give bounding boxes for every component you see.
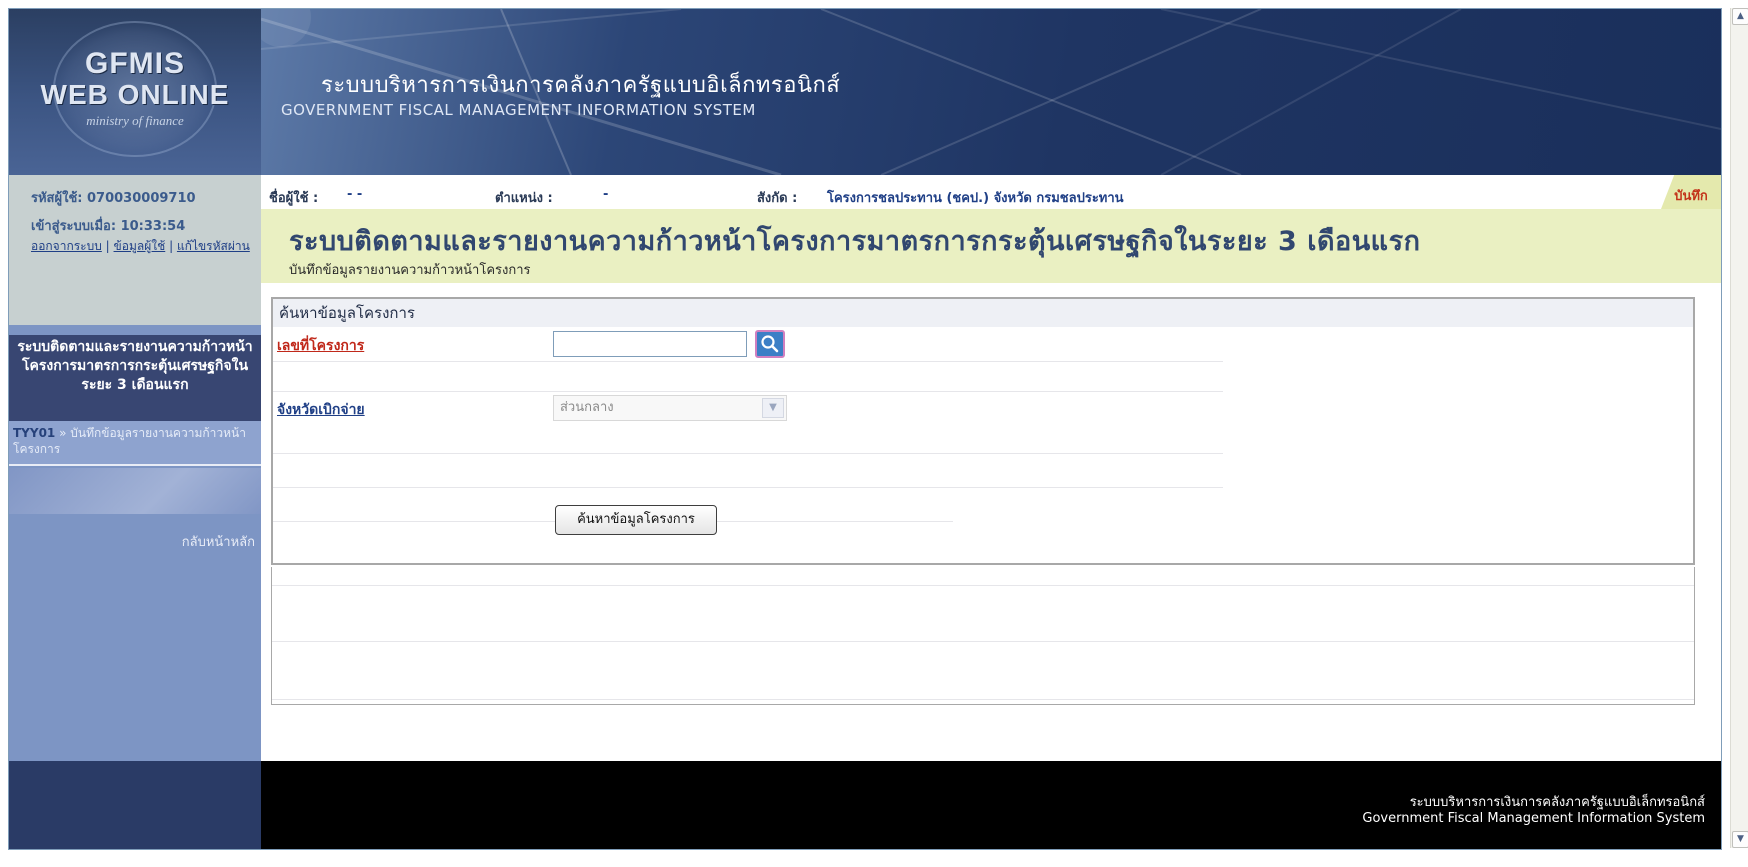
menu-item-code: TYY01 [13, 426, 56, 440]
page-title: ระบบติดตามและรายงานความก้าวหน้าโครงการมา… [289, 226, 1421, 257]
link-separator: | [169, 239, 177, 253]
affiliation-label: สังกัด : [757, 191, 798, 206]
logo-text-web-online: WEB ONLINE [40, 79, 230, 110]
results-panel [271, 567, 1695, 705]
link-separator: | [105, 239, 114, 253]
position-label: ตำแหน่ง : [495, 191, 553, 206]
user-code: รหัสผู้ใช้: 070030009710 [31, 191, 196, 206]
user-info-link[interactable]: ข้อมูลผู้ใช้ [114, 239, 166, 253]
username-label: ชื่อผู้ใช้ : [269, 191, 319, 206]
page-header: GFMIS WEB ONLINE ministry of finance ระบ… [9, 9, 1721, 175]
province-selected-value: ส่วนกลาง [560, 400, 614, 415]
change-password-link[interactable]: แก้ไขรหัสผ่าน [177, 239, 250, 253]
login-time: เข้าสู่ระบบเมื่อ: 10:33:54 [31, 219, 186, 234]
user-info-panel: รหัสผู้ใช้: 070030009710 เข้าสู่ระบบเมื่… [9, 175, 262, 325]
page-subtitle: บันทึกข้อมูลรายงานความก้าวหน้าโครงการ [289, 263, 531, 278]
scroll-up-icon[interactable]: ▲ [1732, 8, 1748, 25]
magnifier-icon [761, 335, 779, 353]
search-panel-header: ค้นหาข้อมูลโครงการ [273, 299, 1693, 327]
logo-text-gfmis: GFMIS [85, 47, 185, 80]
chevron-down-icon[interactable]: ▼ [762, 398, 784, 418]
user-info-bar: ชื่อผู้ใช้ : - - ตำแหน่ง : - สังกัด : โค… [261, 175, 1721, 209]
system-name-thai: ระบบบริหารการเงินการคลังภาครัฐแบบอิเล็กท… [321, 73, 841, 98]
row-divider [272, 699, 1694, 700]
page-footer: ระบบบริหารการเงินการคลังภาครัฐแบบอิเล็กท… [261, 761, 1721, 849]
search-button[interactable] [755, 330, 785, 358]
project-number-input[interactable] [553, 331, 747, 357]
row-divider [273, 361, 1223, 362]
sidebar-item-tyy01[interactable]: TYY01 » บันทึกข้อมูลรายงานความก้าวหน้าโค… [9, 421, 261, 466]
row-divider [273, 391, 1223, 392]
sidebar-decoration [9, 468, 261, 514]
province-select[interactable]: ส่วนกลาง ▼ [553, 395, 787, 421]
user-links: ออกจากระบบ | ข้อมูลผู้ใช้ | แก้ไขรหัสผ่า… [31, 237, 257, 255]
system-name-english: GOVERNMENT FISCAL MANAGEMENT INFORMATION… [281, 101, 756, 119]
scroll-down-icon[interactable]: ▼ [1732, 831, 1748, 848]
logout-link[interactable]: ออกจากระบบ [31, 239, 102, 253]
vertical-scrollbar[interactable]: ▲ ▼ [1730, 8, 1748, 848]
search-panel: ค้นหาข้อมูลโครงการ เลขที่โครงการ จังหวัด… [271, 297, 1695, 565]
logo-text-ministry: ministry of finance [86, 113, 184, 128]
row-divider [272, 585, 1694, 586]
footer-text-thai: ระบบบริหารการเงินการคลังภาครัฐแบบอิเล็กท… [1409, 795, 1705, 810]
footer-left-panel [9, 761, 261, 849]
row-divider [273, 487, 1223, 488]
province-label: จังหวัดเบิกจ่าย [277, 402, 365, 418]
sidebar-menu-title: ระบบติดตามและรายงานความก้าวหน้าโครงการมา… [9, 335, 261, 421]
sidebar: รหัสผู้ใช้: 070030009710 เข้าสู่ระบบเมื่… [9, 175, 262, 761]
affiliation-value: โครงการชลประทาน (ชคป.) จังหวัด กรมชลประท… [827, 191, 1124, 206]
gfmis-logo: GFMIS WEB ONLINE ministry of finance [9, 9, 261, 175]
browser-viewport: GFMIS WEB ONLINE ministry of finance ระบ… [8, 8, 1722, 850]
main-content: ค้นหาข้อมูลโครงการ เลขที่โครงการ จังหวัด… [261, 283, 1721, 761]
save-tab[interactable]: บันทึก [1661, 175, 1721, 209]
back-home-link[interactable]: กลับหน้าหลัก [182, 531, 255, 552]
project-number-label: เลขที่โครงการ [277, 338, 365, 354]
page-title-bar: ระบบติดตามและรายงานความก้าวหน้าโครงการมา… [261, 209, 1721, 283]
footer-text-english: Government Fiscal Management Information… [1362, 811, 1705, 826]
search-project-button[interactable]: ค้นหาข้อมูลโครงการ [555, 505, 717, 535]
header-banner: ระบบบริหารการเงินการคลังภาครัฐแบบอิเล็กท… [261, 9, 1721, 175]
row-divider [272, 641, 1694, 642]
username-value: - - [347, 187, 363, 202]
row-divider [273, 453, 1223, 454]
position-value: - [603, 187, 609, 202]
